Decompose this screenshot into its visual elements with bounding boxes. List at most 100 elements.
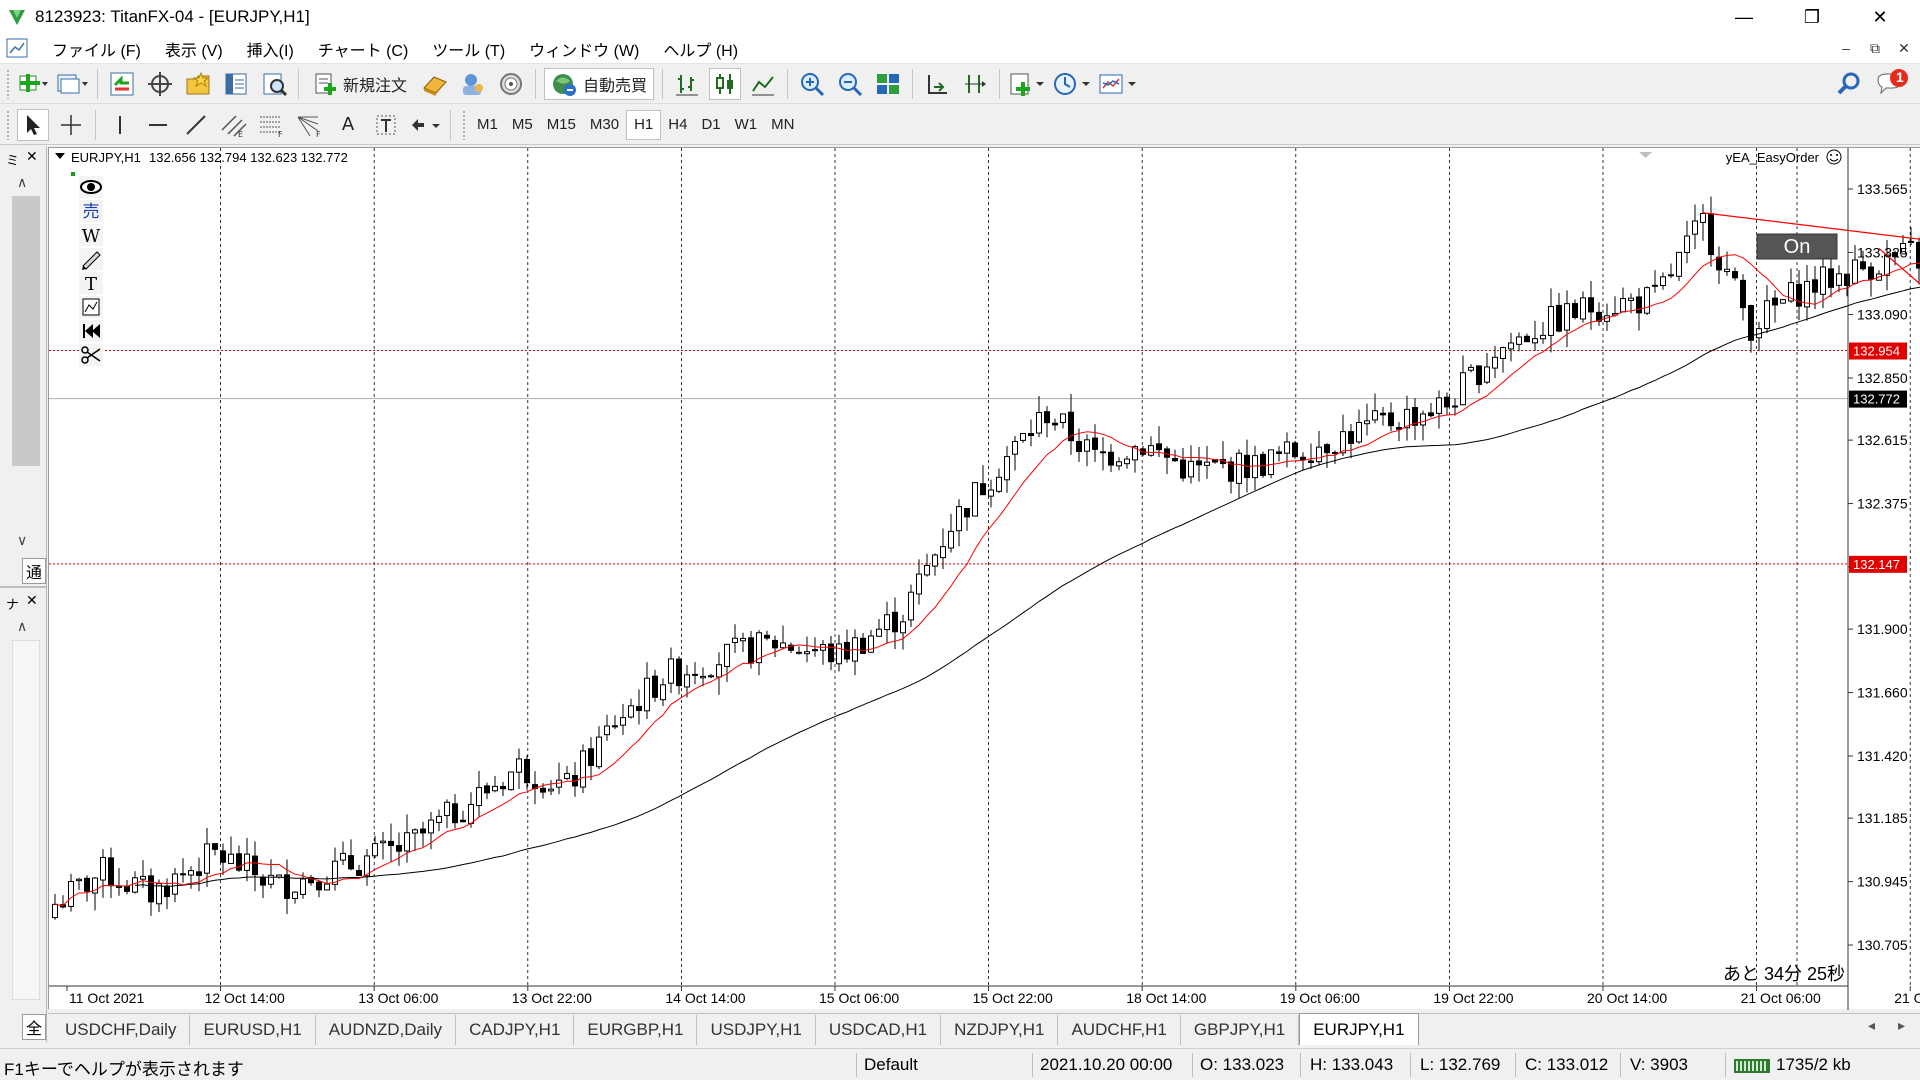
chart-dropdown-icon[interactable] xyxy=(55,153,65,159)
zoom-in-button[interactable] xyxy=(796,68,828,100)
tab-usdjpy-h1[interactable]: USDJPY,H1 xyxy=(697,1015,816,1045)
scroll-down-icon[interactable]: ∨ xyxy=(17,532,27,549)
text-icon[interactable]: T xyxy=(79,272,103,295)
trendline-button[interactable] xyxy=(180,109,212,141)
tab-cadjpy-h1[interactable]: CADJPY,H1 xyxy=(456,1015,575,1045)
arrows-button[interactable] xyxy=(408,109,442,141)
cursor-tool-button[interactable] xyxy=(17,108,49,141)
rewind-icon[interactable] xyxy=(79,320,103,342)
tab-nzdjpy-h1[interactable]: NZDJPY,H1 xyxy=(941,1015,1059,1045)
bear-candle xyxy=(452,803,458,824)
easyorder-toolbox: 売 W T xyxy=(71,172,103,366)
tab-usdchf-daily[interactable]: USDCHF,Daily xyxy=(52,1015,191,1045)
signals-button[interactable] xyxy=(457,68,489,100)
close-button[interactable]: ✕ xyxy=(1846,0,1914,34)
line-chart-button[interactable] xyxy=(747,68,779,100)
tabs-scroll-left-icon[interactable]: ◂ xyxy=(1868,1017,1875,1034)
mdi-minimize-button[interactable]: ‒ xyxy=(1832,40,1860,56)
bar-chart-button[interactable] xyxy=(671,68,703,100)
pencil-icon[interactable] xyxy=(79,248,103,270)
tf-m5[interactable]: M5 xyxy=(505,110,540,140)
tf-m1[interactable]: M1 xyxy=(470,110,505,140)
notifications-button[interactable]: 1 xyxy=(1875,68,1909,100)
chart-shift-button[interactable] xyxy=(959,68,991,100)
profiles-button[interactable] xyxy=(55,68,89,100)
scrollbar-thumb[interactable] xyxy=(12,196,40,466)
tab-eurgbp-h1[interactable]: EURGBP,H1 xyxy=(574,1015,698,1045)
market-button[interactable] xyxy=(495,68,527,100)
vertical-line-button[interactable] xyxy=(104,109,136,141)
tab-gbpjpy-h1[interactable]: GBPJPY,H1 xyxy=(1181,1015,1300,1045)
panel-close-icon[interactable]: ✕ xyxy=(26,148,38,165)
panel-tab-common[interactable]: 通 xyxy=(22,558,47,584)
equidistant-channel-button[interactable]: E xyxy=(218,109,250,141)
strategy-tester-button[interactable] xyxy=(258,68,290,100)
auto-trading-button[interactable]: 自動売買 xyxy=(544,67,655,100)
navigator-scroll-track[interactable] xyxy=(12,640,40,1000)
maximize-button[interactable]: ❐ xyxy=(1778,0,1846,34)
menu-help[interactable]: ヘルプ (H) xyxy=(651,37,750,61)
bull-candle xyxy=(508,771,514,791)
panel-tab-all[interactable]: 全 xyxy=(22,1014,47,1040)
text-label-button[interactable] xyxy=(370,109,402,141)
candlestick-button[interactable] xyxy=(709,67,742,100)
chart-icon[interactable] xyxy=(79,296,103,318)
candles xyxy=(52,196,1920,920)
bull-candle xyxy=(1036,412,1042,434)
market-watch-button[interactable] xyxy=(106,68,138,100)
new-chart-button[interactable] xyxy=(17,68,49,100)
menu-insert[interactable]: 挿入(I) xyxy=(235,37,306,61)
fibo-fan-button[interactable]: F xyxy=(294,109,326,141)
tile-windows-button[interactable] xyxy=(872,68,904,100)
tab-audnzd-daily[interactable]: AUDNZD,Daily xyxy=(316,1015,457,1045)
minimize-button[interactable]: — xyxy=(1710,0,1778,34)
tab-eurusd-h1[interactable]: EURUSD,H1 xyxy=(190,1015,316,1045)
menu-chart[interactable]: チャート (C) xyxy=(306,37,421,61)
w-icon[interactable]: W xyxy=(79,224,103,247)
tf-mn[interactable]: MN xyxy=(764,110,801,140)
navigator-scroll-up-icon[interactable]: ∧ xyxy=(17,618,27,635)
tab-eurjpy-h1[interactable]: EURJPY,H1 xyxy=(1299,1013,1419,1045)
tf-m15[interactable]: M15 xyxy=(540,110,583,140)
ea-toggle-button[interactable]: On xyxy=(1756,233,1838,260)
tf-h1[interactable]: H1 xyxy=(626,109,662,140)
fibo-retracement-button[interactable]: F xyxy=(256,109,288,141)
eye-icon[interactable] xyxy=(79,176,103,198)
tf-h4[interactable]: H4 xyxy=(661,110,694,140)
tab-usdcad-h1[interactable]: USDCAD,H1 xyxy=(816,1015,942,1045)
mdi-restore-button[interactable]: ⧉ xyxy=(1861,40,1889,57)
chart-document-icon[interactable] xyxy=(4,37,32,61)
chart-window[interactable]: 133.565 133.325 133.090 132.850 132.615 132.3… xyxy=(48,147,1920,1010)
menu-window[interactable]: ウィンドウ (W) xyxy=(517,37,651,61)
menu-view[interactable]: 表示 (V) xyxy=(153,37,235,61)
tf-d1[interactable]: D1 xyxy=(694,110,727,140)
templates-button[interactable] xyxy=(1098,68,1138,100)
indicators-button[interactable] xyxy=(1008,68,1046,100)
search-button[interactable] xyxy=(1833,68,1865,100)
tf-w1[interactable]: W1 xyxy=(728,110,765,140)
periods-button[interactable] xyxy=(1052,68,1092,100)
price-chart[interactable]: 133.565 133.325 133.090 132.850 132.615 132.3… xyxy=(49,148,1920,1010)
menu-file[interactable]: ファイル (F) xyxy=(40,37,153,61)
text-tool-button[interactable]: A xyxy=(332,109,364,141)
tab-audchf-h1[interactable]: AUDCHF,H1 xyxy=(1058,1015,1181,1045)
panel-splitter[interactable] xyxy=(0,586,46,588)
tf-m30[interactable]: M30 xyxy=(583,110,626,140)
new-order-button[interactable]: 新規注文 xyxy=(307,68,413,100)
mdi-close-button[interactable]: ✕ xyxy=(1890,40,1918,57)
bear-candle xyxy=(1556,304,1562,332)
data-window-button[interactable] xyxy=(144,68,176,100)
menu-tools[interactable]: ツール (T) xyxy=(420,37,517,61)
navigator-button[interactable] xyxy=(182,68,214,100)
crosshair-tool-button[interactable] xyxy=(55,109,87,141)
horizontal-line-button[interactable] xyxy=(142,109,174,141)
scissors-icon[interactable] xyxy=(79,344,103,366)
metaeditor-button[interactable] xyxy=(419,68,451,100)
sell-icon[interactable]: 売 xyxy=(79,200,103,222)
terminal-button[interactable] xyxy=(220,68,252,100)
zoom-out-button[interactable] xyxy=(834,68,866,100)
scroll-up-icon[interactable]: ∧ xyxy=(17,174,27,191)
navigator-close-icon[interactable]: ✕ xyxy=(26,592,38,609)
auto-scroll-button[interactable] xyxy=(921,68,953,100)
tabs-scroll-right-icon[interactable]: ▸ xyxy=(1898,1017,1905,1034)
